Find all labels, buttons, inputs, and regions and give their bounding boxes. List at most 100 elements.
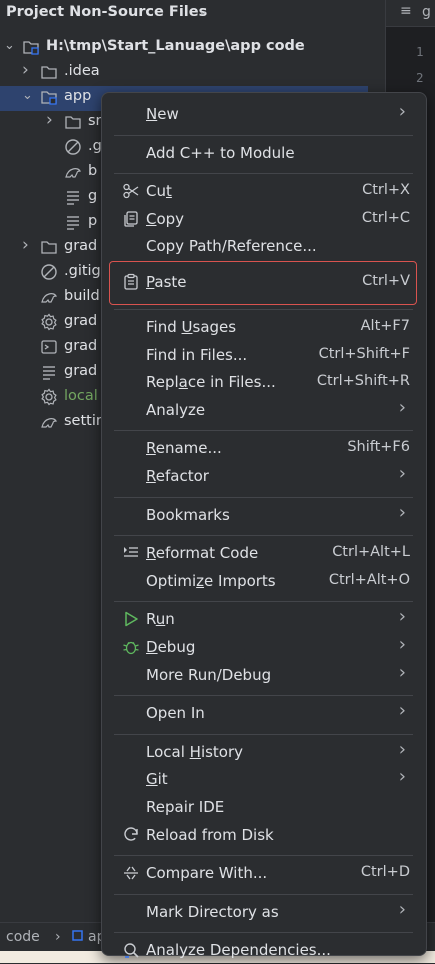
- tree-item-label: sr: [88, 113, 102, 129]
- menu-item-label: Add C++ to Module: [146, 143, 295, 162]
- menu-item-reload-from-disk[interactable]: Reload from Disk: [110, 823, 416, 849]
- menu-item-copy[interactable]: Copy Ctrl+C: [110, 207, 416, 233]
- menu-item-label: Find in Files...: [146, 345, 248, 364]
- module-folder-icon: [22, 38, 40, 56]
- menu-separator: [114, 893, 413, 895]
- menu-item-shortcut: Ctrl+Alt+O: [328, 571, 410, 588]
- project-panel-header[interactable]: Project Non-Source Files ⌄: [0, 0, 385, 26]
- menu-separator: [114, 855, 413, 857]
- menu-item-git[interactable]: Git ›: [110, 766, 416, 793]
- menu-item-label: Reload from Disk: [146, 825, 274, 844]
- chevron-right-icon: ›: [398, 606, 406, 628]
- menu-separator: [114, 535, 413, 537]
- tree-item-label: grad: [64, 238, 98, 254]
- chevron-right-icon: ›: [398, 661, 406, 683]
- menu-item-analyze[interactable]: Analyze ›: [110, 396, 416, 424]
- menu-item-refactor[interactable]: Refactor ›: [110, 463, 416, 490]
- chevron-right-icon: ›: [398, 101, 406, 122]
- menu-item-run[interactable]: Run ›: [110, 606, 416, 633]
- menu-item-shortcut: Ctrl+C: [361, 209, 410, 226]
- reformat-icon: [122, 544, 140, 562]
- menu-item-repair-ide[interactable]: Repair IDE: [110, 795, 416, 821]
- menu-item-local-history[interactable]: Local History ›: [110, 739, 416, 766]
- menu-item-paste[interactable]: Paste Ctrl+V: [109, 261, 417, 305]
- project-view-title[interactable]: Project Non-Source Files: [6, 4, 207, 20]
- text-file-icon: [64, 213, 82, 231]
- chevron-right-icon[interactable]: ›: [46, 110, 53, 130]
- menu-item-find-in-files[interactable]: Find in Files... Ctrl+Shift+F: [110, 343, 416, 369]
- tree-item-label: grad: [64, 313, 98, 329]
- menu-item-find-usages[interactable]: Find Usages Alt+F7: [110, 315, 416, 341]
- copy-icon: [122, 210, 140, 228]
- menu-item-shortcut: Ctrl+Shift+R: [316, 373, 410, 390]
- menu-separator: [114, 932, 413, 934]
- menu-separator: [114, 496, 413, 498]
- menu-item-reformat-code[interactable]: Reformat Code Ctrl+Alt+L: [110, 541, 416, 567]
- menu-item-label: New: [146, 105, 179, 123]
- menu-item-rename[interactable]: Rename... Shift+F6: [110, 436, 416, 462]
- folder-icon: [40, 63, 58, 81]
- tree-item-label: build: [64, 288, 100, 304]
- clipboard-icon: [122, 273, 140, 291]
- menu-item-label: Find Usages: [146, 318, 237, 336]
- analyze-deps-icon: [122, 941, 140, 959]
- chevron-right-icon: ›: [398, 634, 406, 655]
- menu-item-add-c-to-module[interactable]: Add C++ to Module: [110, 141, 416, 167]
- gradle-icon: [40, 288, 58, 306]
- menu-item-bookmarks[interactable]: Bookmarks ›: [110, 501, 416, 529]
- chevron-right-icon[interactable]: ›: [22, 60, 29, 80]
- menu-item-shortcut: Ctrl+V: [362, 273, 410, 289]
- chevron-right-icon: ›: [398, 463, 406, 484]
- tree-row[interactable]: › .idea: [0, 60, 385, 86]
- reload-icon: [122, 826, 140, 844]
- menu-item-label: Paste: [146, 273, 187, 291]
- tree-item-label: grad: [64, 338, 98, 354]
- menu-separator: [114, 173, 413, 175]
- menu-separator: [114, 695, 413, 697]
- menu-item-label: More Run/Debug: [146, 665, 272, 684]
- menu-item-replace-in-files[interactable]: Replace in Files... Ctrl+Shift+R: [110, 370, 416, 396]
- chevron-down-icon[interactable]: ⌄: [4, 38, 15, 53]
- chevron-right-icon: ›: [398, 501, 406, 523]
- menu-item-label: Analyze: [146, 400, 206, 419]
- ignore-file-icon: [40, 263, 58, 281]
- menu-item-label: Optimize Imports: [146, 571, 276, 590]
- menu-item-analyze-dependencies[interactable]: Analyze Dependencies...: [110, 938, 416, 964]
- chevron-right-icon: ›: [398, 766, 406, 788]
- menu-item-cut[interactable]: Cut Ctrl+X: [110, 179, 416, 205]
- tree-item-label: settin: [64, 413, 106, 429]
- menu-item-label: Local History: [146, 742, 244, 761]
- chevron-down-icon[interactable]: ⌄: [198, 4, 208, 18]
- menu-item-shortcut: Ctrl+D: [360, 864, 410, 881]
- menu-item-open-in[interactable]: Open In ›: [110, 700, 416, 727]
- menu-item-label: Analyze Dependencies...: [146, 941, 331, 960]
- tree-item-label: app: [64, 88, 92, 104]
- menu-item-new[interactable]: New ›: [110, 101, 416, 128]
- breadcrumb-item[interactable]: code: [6, 929, 40, 945]
- tree-row[interactable]: ⌄ H:\tmp\Start_Lanuage\app code: [0, 36, 385, 61]
- menu-item-label: Reformat Code: [146, 544, 259, 563]
- menu-item-compare-with[interactable]: Compare With... Ctrl+D: [110, 861, 416, 887]
- menu-item-shortcut: Alt+F7: [360, 318, 410, 334]
- menu-item-label: Open In: [146, 704, 205, 723]
- menu-item-copy-path-reference[interactable]: Copy Path/Reference...: [110, 234, 416, 260]
- menu-separator: [114, 309, 413, 310]
- text-file-icon: [40, 363, 58, 381]
- debug-icon: [122, 638, 140, 656]
- editor-tab[interactable]: ≡ g: [386, 0, 435, 27]
- tree-item-label: p: [88, 213, 98, 229]
- menu-separator: [114, 601, 413, 603]
- menu-item-label: Refactor: [146, 467, 209, 485]
- tree-item-label: grad: [64, 363, 98, 379]
- menu-item-optimize-imports[interactable]: Optimize Imports Ctrl+Alt+O: [110, 569, 416, 595]
- menu-item-more-run-debug[interactable]: More Run/Debug ›: [110, 661, 416, 689]
- editor-tab-label: g: [422, 4, 431, 20]
- tree-item-label: b: [88, 163, 98, 179]
- ignore-file-icon: [64, 138, 82, 156]
- chevron-right-icon[interactable]: ›: [22, 235, 29, 255]
- menu-item-mark-directory-as[interactable]: Mark Directory as ›: [110, 899, 416, 926]
- menu-item-debug[interactable]: Debug ›: [110, 634, 416, 661]
- menu-item-shortcut: Ctrl+Alt+L: [332, 544, 410, 561]
- chevron-down-icon[interactable]: ⌄: [22, 88, 33, 103]
- chevron-right-icon: ›: [398, 396, 406, 418]
